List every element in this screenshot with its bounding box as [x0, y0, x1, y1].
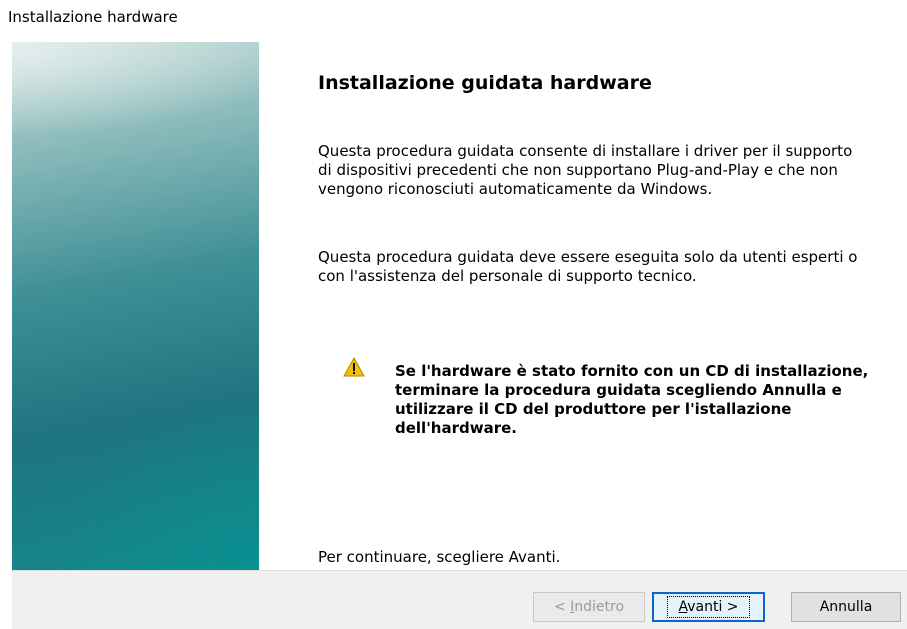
window-title: Installazione hardware — [8, 8, 178, 26]
cancel-button[interactable]: Annulla — [791, 592, 901, 622]
wizard-banner-image — [12, 42, 259, 570]
back-button-label: ndietro — [574, 599, 625, 615]
next-button-label: vanti > — [687, 599, 739, 615]
cancel-button-label: Annulla — [819, 599, 873, 615]
back-button[interactable]: < Indietro — [533, 592, 645, 622]
page-title: Installazione guidata hardware — [318, 72, 652, 94]
intro-paragraph: Questa procedura guidata consente di ins… — [318, 142, 853, 198]
title-bar: Installazione hardware — [0, 0, 907, 40]
expert-notice-paragraph: Questa procedura guidata deve essere ese… — [318, 248, 858, 285]
button-bar — [12, 571, 907, 629]
warning-text: Se l'hardware è stato fornito con un CD … — [395, 362, 869, 437]
continue-instruction: Per continuare, scegliere Avanti. — [318, 548, 561, 566]
next-button-focus-rect: Avanti > — [667, 596, 750, 618]
wizard-content-panel — [259, 42, 907, 570]
next-button[interactable]: Avanti > — [652, 592, 765, 622]
next-button-accel: A — [678, 599, 688, 615]
warning-icon — [343, 356, 365, 377]
back-button-prefix: < — [553, 599, 571, 615]
